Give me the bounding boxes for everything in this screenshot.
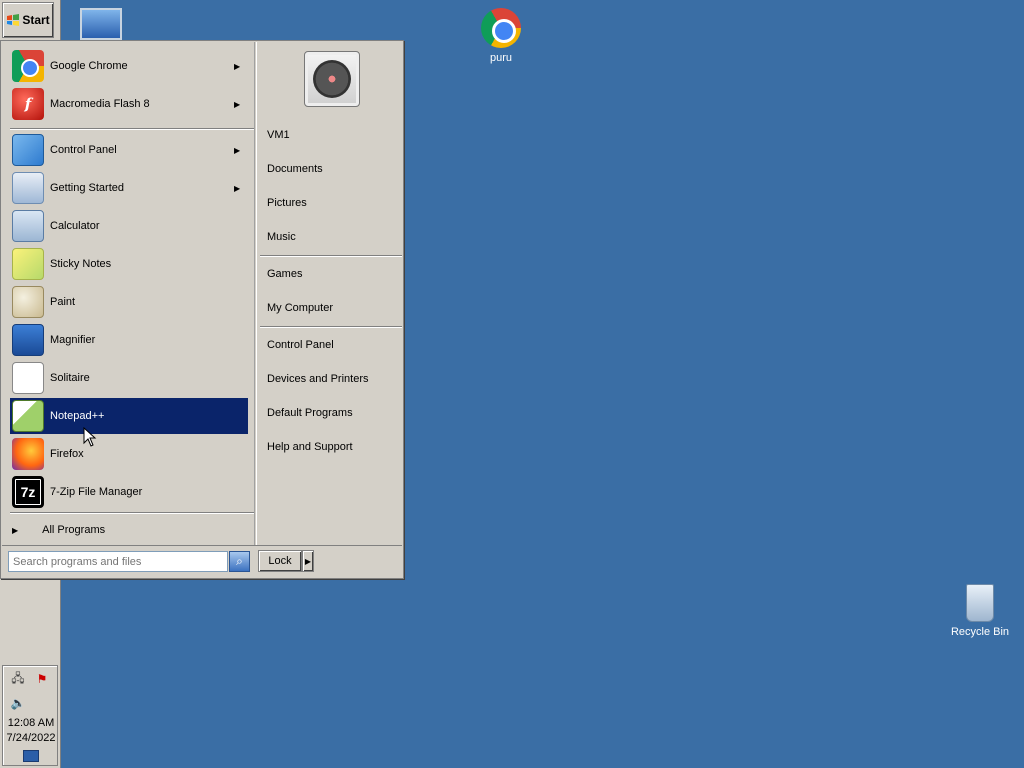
start-menu-bottom-bar: ⌕ Lock ▶ xyxy=(2,545,402,577)
action-center-warning-icon[interactable]: ⚑ xyxy=(33,670,51,688)
7zip-icon: 7z xyxy=(12,476,44,508)
sticky-notes-icon xyxy=(12,248,44,280)
menu-item-label: 7-Zip File Manager xyxy=(50,486,143,498)
right-item-label: Documents xyxy=(267,163,323,175)
right-item-label: Games xyxy=(267,268,303,280)
menu-item-label: Magnifier xyxy=(50,334,96,346)
menu-item-magnifier[interactable]: Magnifier xyxy=(10,322,248,358)
start-label: Start xyxy=(22,13,50,27)
right-item-my-computer[interactable]: My Computer xyxy=(261,297,401,319)
lock-label: Lock xyxy=(268,555,292,567)
desktop-icon-puru[interactable]: puru xyxy=(461,8,541,64)
recycle-bin-icon xyxy=(966,584,994,622)
menu-item-label: Control Panel xyxy=(50,144,117,156)
submenu-arrow-icon: ▶ xyxy=(234,183,241,193)
programs-pane: Google Chrome ▶ f Macromedia Flash 8 ▶ C… xyxy=(2,42,255,545)
submenu-arrow-icon: ▶ xyxy=(234,61,241,71)
menu-item-label: Getting Started xyxy=(50,182,124,194)
firefox-icon xyxy=(12,438,44,470)
all-programs-label: All Programs xyxy=(42,524,106,536)
clock-date: 7/24/2022 xyxy=(6,732,56,744)
desktop-icon-label: Recycle Bin xyxy=(950,626,1010,638)
menu-item-solitaire[interactable]: Solitaire xyxy=(10,360,248,396)
desktop-icon-label: puru xyxy=(489,52,513,64)
separator xyxy=(10,512,254,514)
right-item-label: Pictures xyxy=(267,197,307,209)
all-programs-button[interactable]: ▶ All Programs xyxy=(12,520,250,540)
network-icon[interactable]: 🖧 xyxy=(9,670,27,688)
right-item-control-panel[interactable]: Control Panel xyxy=(261,334,401,356)
right-item-label: Default Programs xyxy=(267,407,353,419)
volume-icon[interactable]: 🔈 xyxy=(9,694,27,712)
chrome-icon xyxy=(481,8,521,48)
flash-icon: f xyxy=(12,88,44,120)
menu-item-macromedia-flash[interactable]: f Macromedia Flash 8 ▶ xyxy=(10,86,248,122)
menu-item-paint[interactable]: Paint xyxy=(10,284,248,320)
right-item-label: Control Panel xyxy=(267,339,334,351)
menu-item-control-panel[interactable]: Control Panel ▶ xyxy=(10,132,248,168)
separator xyxy=(260,326,402,328)
menu-item-label: Notepad++ xyxy=(50,410,105,422)
separator xyxy=(260,255,402,257)
separator xyxy=(10,128,254,130)
windows-flag-icon xyxy=(7,14,20,26)
start-menu: Google Chrome ▶ f Macromedia Flash 8 ▶ C… xyxy=(0,40,404,579)
menu-item-getting-started[interactable]: Getting Started ▶ xyxy=(10,170,248,206)
menu-item-7zip[interactable]: 7z 7-Zip File Manager xyxy=(10,474,248,510)
menu-item-label: Paint xyxy=(50,296,76,308)
menu-item-label: Macromedia Flash 8 xyxy=(50,98,150,110)
menu-item-google-chrome[interactable]: Google Chrome ▶ xyxy=(10,48,248,84)
places-pane: VM1 Documents Pictures Music Games My Co… xyxy=(256,42,403,545)
control-panel-icon xyxy=(12,134,44,166)
solitaire-icon xyxy=(12,362,44,394)
right-item-help-and-support[interactable]: Help and Support xyxy=(261,436,401,458)
right-item-label: My Computer xyxy=(267,302,334,314)
notepad-plus-plus-icon xyxy=(12,400,44,432)
magnifier-icon xyxy=(12,324,44,356)
system-tray: 🖧 ⚑ 🔈 12:08 AM 7/24/2022 xyxy=(2,665,58,766)
submenu-arrow-icon: ▶ xyxy=(234,99,241,109)
menu-item-label: Sticky Notes xyxy=(50,258,112,270)
menu-item-label: Firefox xyxy=(50,448,84,460)
menu-item-firefox[interactable]: Firefox xyxy=(10,436,248,472)
right-item-label: VM1 xyxy=(267,129,290,141)
right-item-music[interactable]: Music xyxy=(261,226,401,248)
menu-item-label: Google Chrome xyxy=(50,60,128,72)
getting-started-icon xyxy=(12,172,44,204)
right-item-label: Help and Support xyxy=(267,441,353,453)
clock-time: 12:08 AM xyxy=(7,717,55,729)
clock[interactable]: 12:08 AM 7/24/2022 xyxy=(3,716,59,746)
show-desktop-icon[interactable] xyxy=(23,750,39,762)
right-item-default-programs[interactable]: Default Programs xyxy=(261,402,401,424)
chrome-icon xyxy=(12,50,44,82)
right-item-vm1[interactable]: VM1 xyxy=(261,124,401,146)
right-item-devices-and-printers[interactable]: Devices and Printers xyxy=(261,368,401,390)
submenu-arrow-icon: ▶ xyxy=(234,145,241,155)
right-item-documents[interactable]: Documents xyxy=(261,158,401,180)
start-button[interactable]: Start xyxy=(2,2,54,38)
right-item-label: Music xyxy=(267,231,296,243)
mouse-cursor-icon xyxy=(83,427,97,447)
search-input[interactable] xyxy=(8,551,228,572)
turntable-icon xyxy=(313,60,351,98)
menu-item-notepad-plus-plus[interactable]: Notepad++ xyxy=(10,398,248,434)
calculator-icon xyxy=(12,210,44,242)
lock-button[interactable]: Lock xyxy=(258,550,302,572)
paint-icon xyxy=(12,286,44,318)
menu-item-label: Calculator xyxy=(50,220,100,232)
my-computer-desktop-icon[interactable] xyxy=(80,8,122,40)
menu-item-calculator[interactable]: Calculator xyxy=(10,208,248,244)
right-item-games[interactable]: Games xyxy=(261,263,401,285)
search-icon[interactable]: ⌕ xyxy=(229,551,250,572)
right-item-label: Devices and Printers xyxy=(267,373,369,385)
right-item-pictures[interactable]: Pictures xyxy=(261,192,401,214)
shutdown-options-arrow-icon[interactable]: ▶ xyxy=(302,550,314,572)
user-picture[interactable] xyxy=(304,51,360,107)
expand-arrow-icon: ▶ xyxy=(12,525,19,535)
desktop-icon-recycle-bin[interactable]: Recycle Bin xyxy=(940,584,1020,638)
menu-item-label: Solitaire xyxy=(50,372,90,384)
menu-item-sticky-notes[interactable]: Sticky Notes xyxy=(10,246,248,282)
